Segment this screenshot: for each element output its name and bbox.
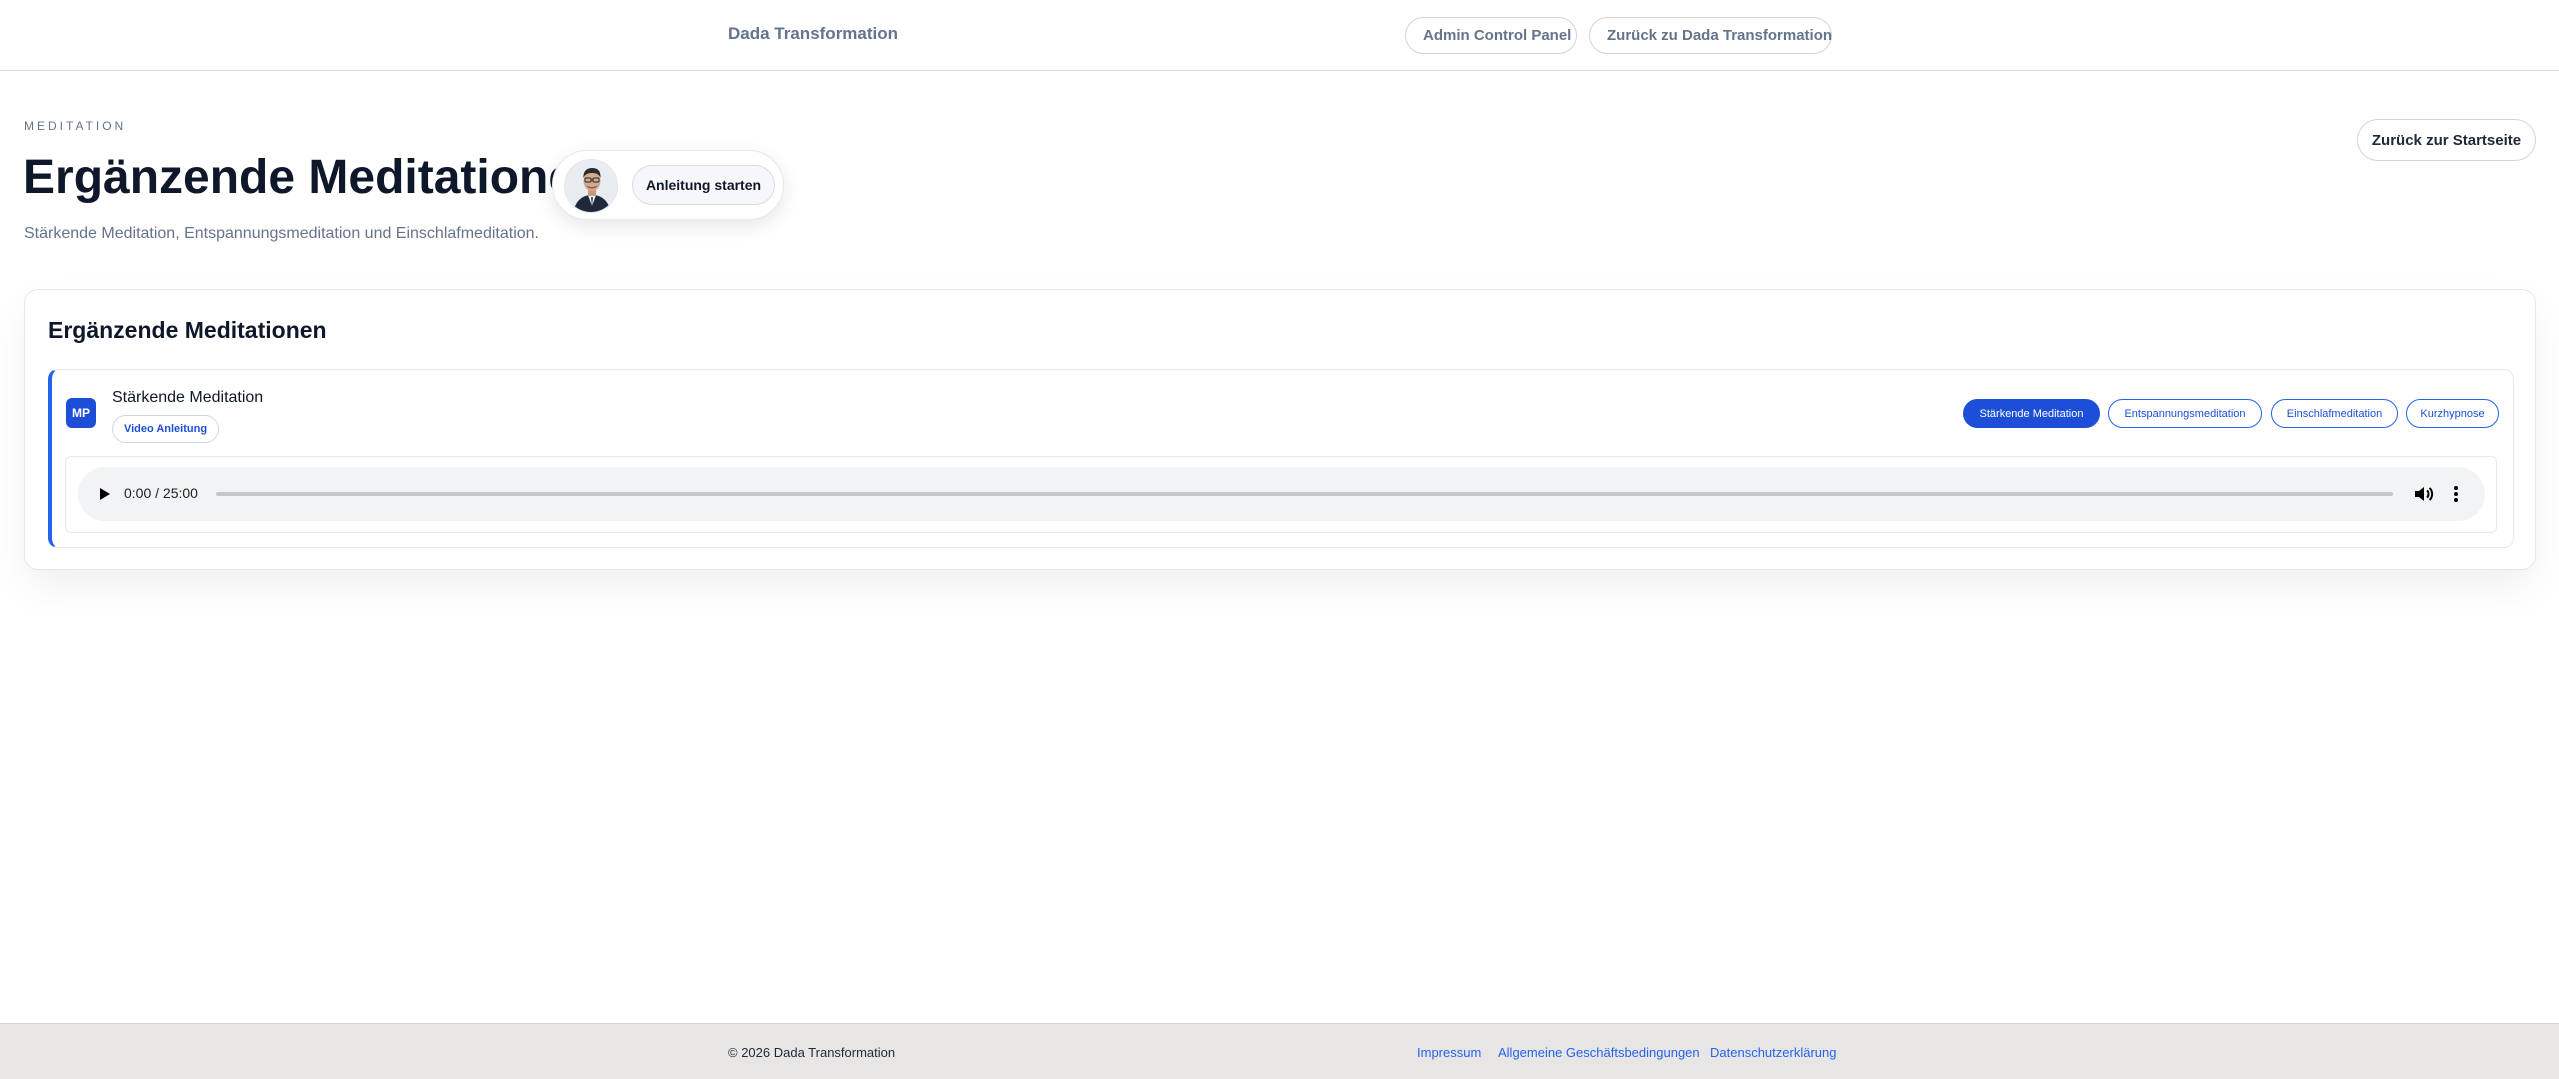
brand-name[interactable]: Dada Transformation: [728, 24, 898, 44]
video-guide-tag[interactable]: Video Anleitung: [112, 415, 219, 443]
tab-einschlafmeditation[interactable]: Einschlafmeditation: [2271, 399, 2398, 428]
meditations-card: Ergänzende Meditationen MP Stärkende Med…: [24, 289, 2536, 570]
audio-player-frame: 0:00 / 25:00: [65, 456, 2497, 533]
top-navigation-bar: Dada Transformation Admin Control Panel …: [0, 0, 2559, 71]
admin-control-panel-button[interactable]: Admin Control Panel: [1405, 17, 1577, 54]
play-icon: [100, 488, 110, 500]
page-footer: © 2026 Dada Transformation Impressum All…: [0, 1023, 2559, 1079]
tab-staerkende-meditation[interactable]: Stärkende Meditation: [1963, 399, 2100, 428]
copyright-text: © 2026 Dada Transformation: [728, 1045, 896, 1060]
back-to-dada-button[interactable]: Zurück zu Dada Transformation: [1589, 17, 1832, 54]
track-title: Stärkende Meditation: [112, 389, 264, 406]
vertical-dots-icon: [2454, 486, 2458, 502]
progress-bar[interactable]: [216, 492, 2393, 496]
card-title: Ergänzende Meditationen: [48, 317, 327, 343]
start-guide-button[interactable]: Anleitung starten: [632, 165, 775, 205]
footer-link-agb[interactable]: Allgemeine Geschäftsbedingungen: [1498, 1045, 1700, 1060]
volume-icon: [2415, 487, 2434, 501]
track-badge: MP: [66, 398, 96, 428]
guide-avatar[interactable]: [564, 159, 618, 213]
footer-link-impressum[interactable]: Impressum: [1417, 1045, 1481, 1060]
page-subtitle: Stärkende Meditation, Entspannungsmedita…: [24, 225, 539, 242]
play-button[interactable]: [94, 484, 114, 504]
tab-kurzhypnose[interactable]: Kurzhypnose: [2406, 399, 2499, 428]
playback-time: 0:00 / 25:00: [124, 485, 198, 501]
audio-player: 0:00 / 25:00: [78, 467, 2485, 521]
more-options-button[interactable]: [2446, 482, 2466, 506]
person-portrait-icon: [565, 160, 617, 212]
section-eyebrow: MEDITATION: [24, 119, 127, 133]
footer-link-datenschutz[interactable]: Datenschutzerklärung: [1710, 1045, 1836, 1060]
tab-entspannungsmeditation[interactable]: Entspannungsmeditation: [2108, 399, 2262, 428]
back-to-home-button[interactable]: Zurück zur Startseite: [2357, 119, 2536, 161]
meditation-track: MP Stärkende Meditation Video Anleitung …: [48, 369, 2514, 548]
guide-widget: Anleitung starten: [552, 150, 784, 220]
page-title: Ergänzende Meditationen: [23, 151, 605, 204]
volume-button[interactable]: [2412, 482, 2436, 506]
